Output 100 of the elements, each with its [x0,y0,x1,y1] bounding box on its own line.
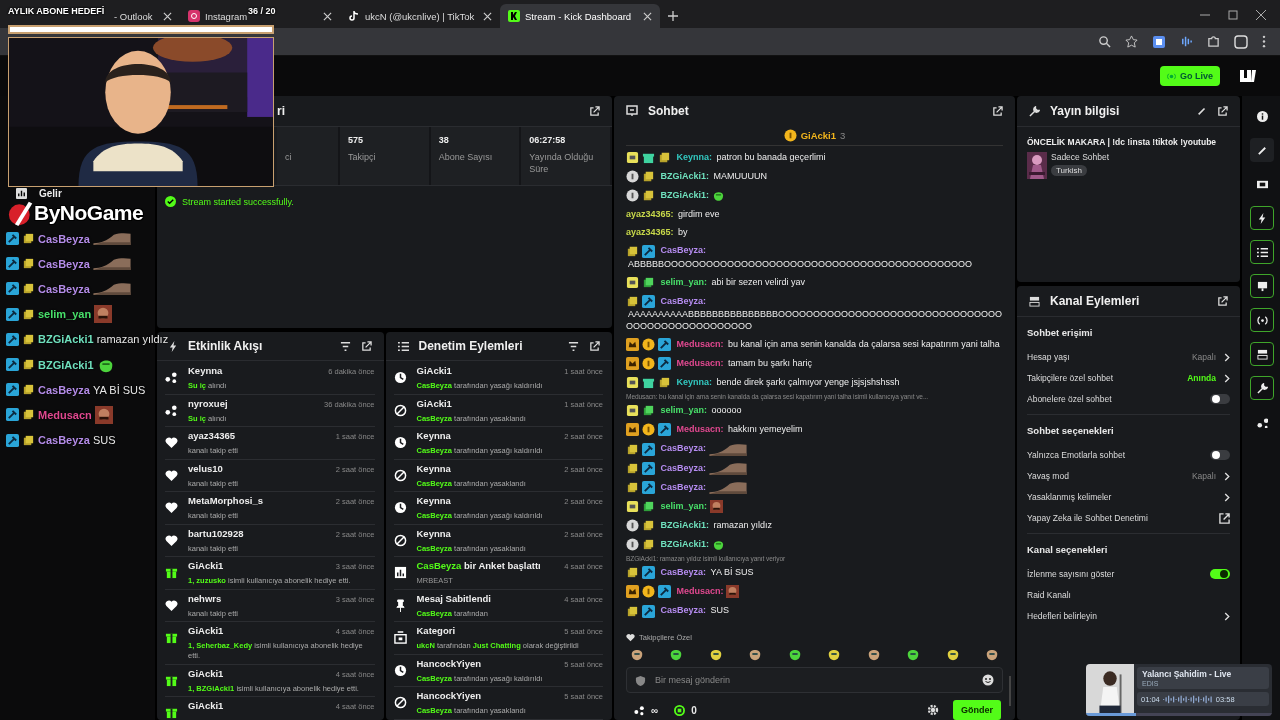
setting-row[interactable]: Yapay Zeka ile Sohbet Denetimi [1027,510,1230,526]
setting-row[interactable]: Yavaş mod Kapalı [1027,468,1230,484]
user-name[interactable]: selim_yan: [660,276,708,287]
user-name[interactable]: CasBeyza: [660,443,707,454]
toggle-switch[interactable] [1210,569,1230,579]
sword-badge-icon [658,423,671,437]
user-name[interactable]: CasBeyza: [660,245,707,256]
emote-icon[interactable] [708,647,723,661]
external-link-icon[interactable] [1219,512,1230,524]
popout-icon[interactable] [589,340,600,352]
user-name[interactable]: BZGiAcki1: [660,190,710,201]
sword-badge-icon [642,461,655,475]
user-name[interactable]: CasBeyza: [660,462,707,473]
coin-badge-icon [783,129,797,142]
user-name[interactable]: Medusacn: [676,586,724,597]
pencil-icon[interactable] [1250,138,1274,162]
popout-icon[interactable] [992,105,1003,117]
coin-badge-icon [626,538,639,552]
chat-icon[interactable] [1250,274,1274,298]
subscriber-badge-icon [626,566,639,580]
new-tab-icon[interactable] [668,11,678,21]
emote-icon[interactable] [945,647,960,661]
category-name[interactable]: Sadece Sohbet [1051,152,1110,162]
go-live-button[interactable]: Go Live [1160,66,1220,86]
extension-icon[interactable] [1207,35,1220,48]
layout-icon[interactable] [1250,342,1274,366]
popout-icon[interactable] [1217,105,1228,117]
close-icon[interactable] [483,11,492,21]
user-name[interactable]: ayaz34365: [626,209,674,220]
message-field[interactable]: Bir mesaj gönderin [626,667,1003,693]
user-name[interactable]: BZGiAcki1: [660,519,710,530]
message-text: bende direk şarkı çalmıyor yenge jsjsjshshssh [716,377,900,387]
setting-row[interactable]: Yasaklanmış kelimeler [1027,489,1230,505]
setting-row[interactable]: Raid Kanalı [1027,587,1230,603]
goal-count: 36 / 20 [248,6,276,16]
emote-icon[interactable] [748,647,763,661]
browser-tab[interactable]: Instagram [188,10,248,22]
user-name[interactable]: Medusacn: [676,338,724,349]
site-icon [508,10,520,22]
smiley-icon[interactable] [982,674,994,686]
browser-tab[interactable]: ukcN (@ukcnlive) | TikTok [348,10,475,22]
emote-icon[interactable] [827,647,842,661]
browser-tab[interactable]: - Outlook [114,10,153,22]
popout-icon[interactable] [1217,295,1228,307]
maximize-icon[interactable] [1228,10,1238,20]
list-icon[interactable] [1250,240,1274,264]
audio-icon[interactable] [1180,35,1193,48]
user-name[interactable]: CasBeyza: [660,605,707,616]
kick-coin-icon [674,704,686,716]
filter-icon[interactable] [339,340,351,352]
user-name[interactable]: CasBeyza: [660,295,707,306]
user-name[interactable]: Keynna: [676,377,713,387]
emote-icon[interactable] [984,647,999,661]
broadcast-icon[interactable] [1250,308,1274,332]
setting-row[interactable]: Hesap yaşı Kapalı [1027,349,1230,365]
emote-icon[interactable] [630,647,644,661]
user-name[interactable]: CasBeyza: [660,567,707,578]
user-name[interactable]: CasBeyza: [660,481,707,492]
emote-icon[interactable] [906,647,921,661]
send-button[interactable]: Gönder [953,700,1001,720]
setting-row[interactable]: İzlenme sayısını göster [1027,566,1230,582]
star-icon[interactable] [1125,35,1138,48]
logo-icon[interactable] [1238,68,1258,84]
close-icon[interactable] [1256,10,1266,20]
lightning-icon[interactable] [1250,206,1274,230]
user-name[interactable]: Medusacn: [676,424,724,435]
toggle-switch[interactable] [1210,450,1230,460]
setting-row[interactable]: Hedefleri belirleyin [1027,608,1230,624]
scrollbar[interactable] [1009,676,1011,706]
emote-icon[interactable] [866,647,881,661]
close-icon[interactable] [643,11,652,21]
user-name[interactable]: Medusacn: [676,357,724,368]
setting-row[interactable]: Takipçilere özel sohbet Anında [1027,370,1230,386]
month-badge-icon [626,376,639,390]
user-name[interactable]: ayaz34365: [626,227,674,238]
user-name[interactable]: selim_yan: [660,405,708,416]
emote-icon[interactable] [787,647,802,661]
settings-icon[interactable] [927,704,939,716]
dots-icon [165,371,178,384]
sidebar-item[interactable]: Gelir [0,188,155,199]
setting-row[interactable]: Abonelere özel sohbet [1027,391,1230,407]
wrench-icon[interactable] [1250,376,1274,400]
user-name[interactable]: selim_yan: [660,500,708,511]
user-name[interactable]: BZGiAcki1: [660,171,710,182]
popout-icon[interactable] [589,105,600,117]
pencil-icon[interactable] [1197,106,1207,116]
setting-row[interactable]: Yalnızca Emotlarla sohbet [1027,447,1230,463]
menu-icon[interactable] [1262,35,1266,48]
zoom-icon[interactable] [1098,35,1111,48]
popout-icon[interactable] [360,340,372,352]
user-name[interactable]: BZGiAcki1: [660,539,710,549]
profile-icon[interactable] [1234,34,1248,49]
user-name[interactable]: Keynna: [676,152,713,162]
broadcast-icon [1167,71,1176,81]
close-icon[interactable] [163,11,172,21]
toggle-switch[interactable] [1210,394,1230,404]
translate-icon[interactable] [1152,34,1166,49]
filter-icon[interactable] [568,340,579,352]
close-icon[interactable] [323,11,332,21]
emote-icon[interactable] [669,647,684,661]
